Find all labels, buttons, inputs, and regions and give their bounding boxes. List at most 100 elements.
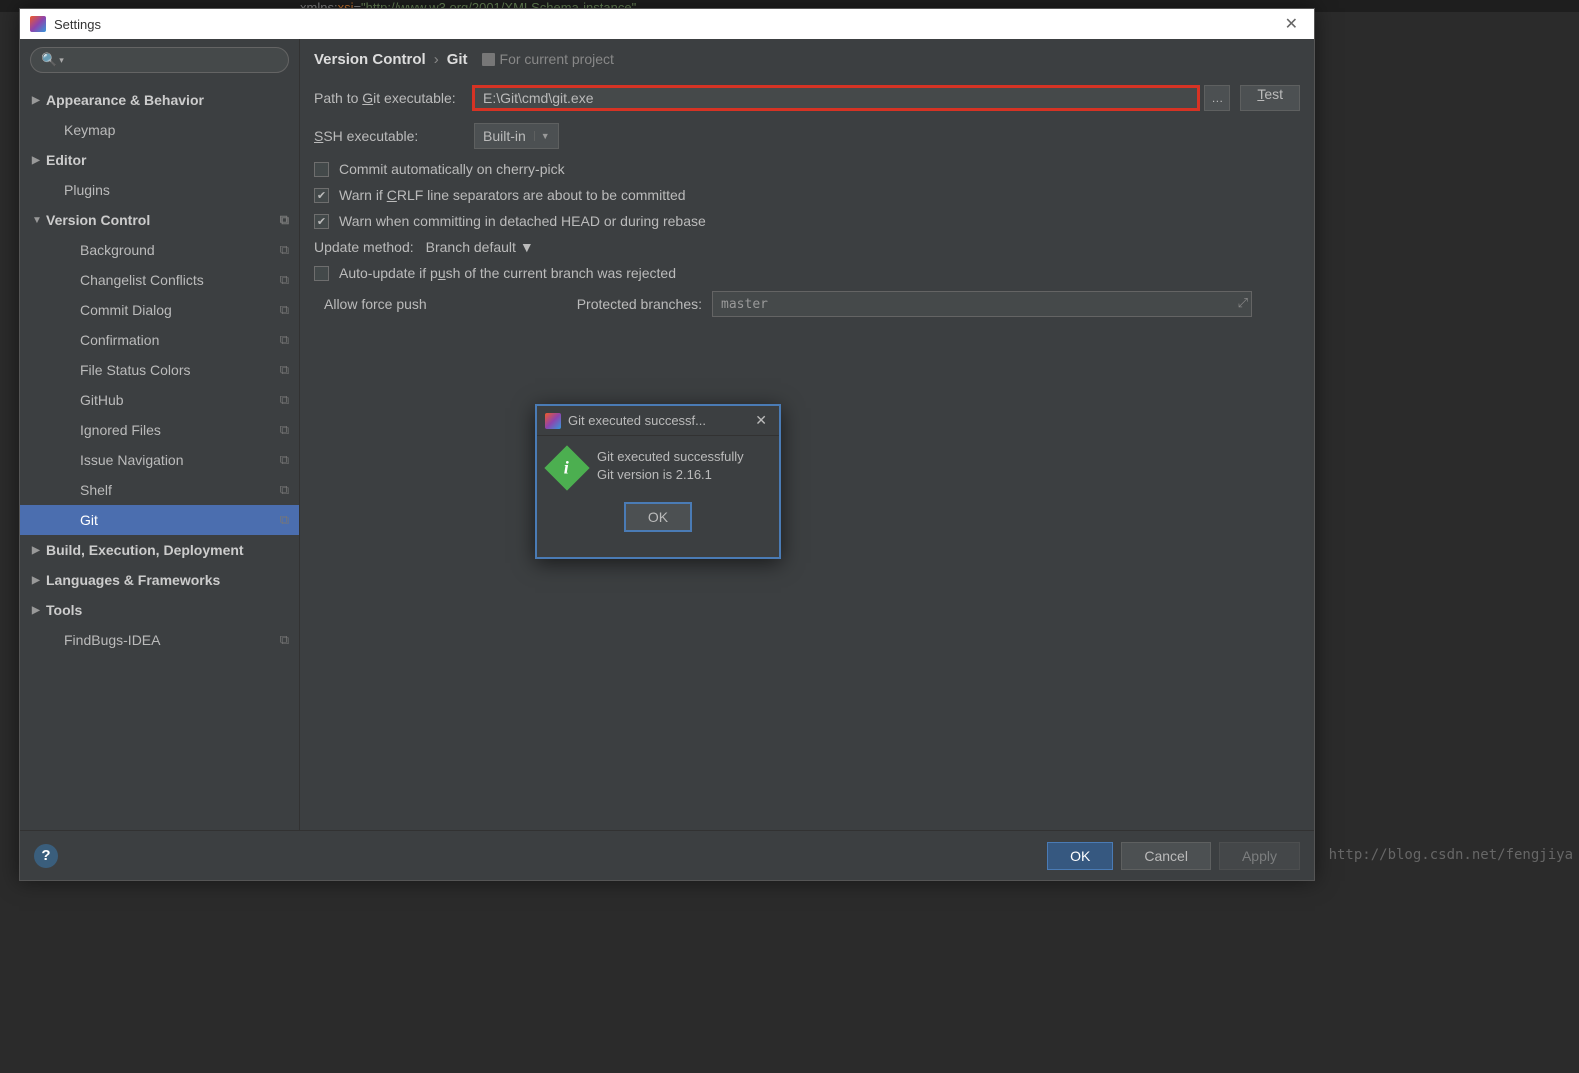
sidebar-item-label: Plugins — [64, 182, 110, 198]
settings-tree: ▶Appearance & BehaviorKeymap▶EditorPlugi… — [20, 81, 299, 830]
sidebar-item-label: Appearance & Behavior — [46, 92, 204, 108]
sidebar-item-file-status-colors[interactable]: File Status Colors ⧉ — [20, 355, 299, 385]
copy-icon: ⧉ — [280, 212, 289, 228]
sidebar-item-version-control[interactable]: ▼Version Control ⧉ — [20, 205, 299, 235]
sidebar-item-label: Ignored Files — [80, 422, 161, 438]
sidebar-item-findbugs-idea[interactable]: FindBugs-IDEA⧉ — [20, 625, 299, 655]
git-test-result-dialog: Git executed successf... ✕ i Git execute… — [535, 404, 781, 559]
copy-icon: ⧉ — [280, 392, 289, 408]
sidebar-item-commit-dialog[interactable]: Commit Dialog ⧉ — [20, 295, 299, 325]
update-method-select[interactable]: Branch default ▼ — [426, 239, 534, 255]
chevron-down-icon: ▼ — [534, 131, 550, 141]
ssh-executable-select[interactable]: Built-in ▼ — [474, 123, 559, 149]
breadcrumb-current: Git — [447, 51, 468, 68]
close-icon[interactable]: ✕ — [1279, 14, 1304, 34]
checkbox-detached-warn[interactable]: Warn when committing in detached HEAD or… — [314, 213, 1300, 229]
project-scope-badge: For current project — [482, 51, 614, 67]
sidebar-item-tools[interactable]: ▶Tools — [20, 595, 299, 625]
checkbox-auto-update[interactable]: Auto-update if push of the current branc… — [314, 265, 1300, 281]
breadcrumb-parent[interactable]: Version Control — [314, 51, 426, 68]
label-update-method: Update method: — [314, 239, 414, 255]
copy-icon: ⧉ — [280, 272, 289, 288]
sidebar-item-background[interactable]: Background ⧉ — [20, 235, 299, 265]
label-ssh: SSH executable: — [314, 128, 474, 144]
git-executable-input[interactable] — [472, 85, 1200, 111]
copy-icon — [482, 53, 495, 66]
help-button[interactable]: ? — [34, 844, 58, 868]
row-ssh: SSH executable: Built-in ▼ — [314, 123, 1300, 149]
sidebar-item-github[interactable]: GitHub⧉ — [20, 385, 299, 415]
sidebar-item-label: Keymap — [64, 122, 115, 138]
sidebar-item-label: FindBugs-IDEA — [64, 632, 160, 648]
dialog-footer: ? OK Cancel Apply — [20, 830, 1314, 880]
checkbox-icon[interactable] — [314, 214, 329, 229]
cancel-button[interactable]: Cancel — [1121, 842, 1211, 870]
sidebar-item-git[interactable]: Git⧉ — [20, 505, 299, 535]
checkbox-icon[interactable] — [314, 188, 329, 203]
copy-icon: ⧉ — [280, 302, 289, 318]
copy-icon: ⧉ — [280, 332, 289, 348]
expand-icon[interactable]: ⤢ — [1238, 295, 1248, 311]
chevron-right-icon[interactable]: ▶ — [32, 545, 46, 556]
copy-icon: ⧉ — [280, 512, 289, 528]
sidebar-item-keymap[interactable]: Keymap — [20, 115, 299, 145]
sidebar-item-shelf[interactable]: Shelf⧉ — [20, 475, 299, 505]
sidebar-item-label: Commit Dialog — [80, 302, 172, 318]
browse-button[interactable]: … — [1204, 85, 1230, 111]
sidebar: 🔍 ▾ ▶Appearance & BehaviorKeymap▶EditorP… — [20, 39, 300, 830]
sidebar-item-ignored-files[interactable]: Ignored Files ⧉ — [20, 415, 299, 445]
chevron-right-icon[interactable]: ▶ — [32, 605, 46, 616]
popup-ok-button[interactable]: OK — [624, 502, 692, 532]
sidebar-item-label: Issue Navigation — [80, 452, 184, 468]
sidebar-item-label: Background — [80, 242, 155, 258]
popup-title: Git executed successf... — [568, 413, 751, 428]
copy-icon: ⧉ — [280, 452, 289, 468]
checkbox-cherry-pick[interactable]: Commit automatically on cherry-pick — [314, 161, 1300, 177]
sidebar-item-confirmation[interactable]: Confirmation⧉ — [20, 325, 299, 355]
sidebar-item-issue-navigation[interactable]: Issue Navigation ⧉ — [20, 445, 299, 475]
main-panel: Version Control › Git For current projec… — [300, 39, 1314, 830]
sidebar-item-editor[interactable]: ▶Editor — [20, 145, 299, 175]
sidebar-item-languages-frameworks[interactable]: ▶Languages & Frameworks — [20, 565, 299, 595]
close-icon[interactable]: ✕ — [751, 412, 771, 429]
chevron-down-icon[interactable]: ▾ — [59, 55, 64, 66]
popup-body: i Git executed successfully Git version … — [537, 436, 779, 496]
ok-button[interactable]: OK — [1047, 842, 1113, 870]
sidebar-item-label: Languages & Frameworks — [46, 572, 220, 588]
label-force-push[interactable]: Allow force push — [324, 296, 427, 312]
chevron-right-icon[interactable]: ▶ — [32, 155, 46, 166]
app-icon — [545, 413, 561, 429]
search-icon: 🔍 — [41, 52, 57, 68]
copy-icon: ⧉ — [280, 362, 289, 378]
chevron-down-icon[interactable]: ▼ — [32, 215, 46, 226]
sidebar-item-appearance-behavior[interactable]: ▶Appearance & Behavior — [20, 85, 299, 115]
copy-icon: ⧉ — [280, 422, 289, 438]
label-git-path: Path to Git executable: — [314, 90, 474, 106]
apply-button[interactable]: Apply — [1219, 842, 1300, 870]
sidebar-item-label: Build, Execution, Deployment — [46, 542, 244, 558]
protected-branches-input[interactable] — [712, 291, 1252, 317]
sidebar-item-label: Editor — [46, 152, 86, 168]
sidebar-item-build-execution-deployment[interactable]: ▶Build, Execution, Deployment — [20, 535, 299, 565]
row-force-push: Allow force push Protected branches: ⤢ — [314, 291, 1300, 317]
checkbox-icon[interactable] — [314, 266, 329, 281]
chevron-right-icon[interactable]: ▶ — [32, 575, 46, 586]
row-update-method: Update method: Branch default ▼ — [314, 239, 1300, 255]
titlebar[interactable]: Settings ✕ — [20, 9, 1314, 39]
row-git-path: Path to Git executable: … Test — [314, 85, 1300, 111]
chevron-down-icon: ▼ — [520, 239, 534, 255]
chevron-right-icon[interactable]: ▶ — [32, 95, 46, 106]
popup-buttons: OK — [537, 496, 779, 544]
sidebar-item-label: Version Control — [46, 212, 150, 228]
search-input[interactable]: 🔍 ▾ — [30, 47, 289, 73]
popup-titlebar[interactable]: Git executed successf... ✕ — [537, 406, 779, 436]
checkbox-crlf-warn[interactable]: Warn if CRLF line separators are about t… — [314, 187, 1300, 203]
sidebar-item-label: File Status Colors — [80, 362, 190, 378]
sidebar-item-changelist-conflicts[interactable]: Changelist Conflicts⧉ — [20, 265, 299, 295]
breadcrumb: Version Control › Git For current projec… — [300, 39, 1314, 79]
test-button[interactable]: Test — [1240, 85, 1300, 111]
sidebar-item-plugins[interactable]: Plugins — [20, 175, 299, 205]
copy-icon: ⧉ — [280, 242, 289, 258]
info-icon: i — [544, 445, 589, 490]
checkbox-icon[interactable] — [314, 162, 329, 177]
